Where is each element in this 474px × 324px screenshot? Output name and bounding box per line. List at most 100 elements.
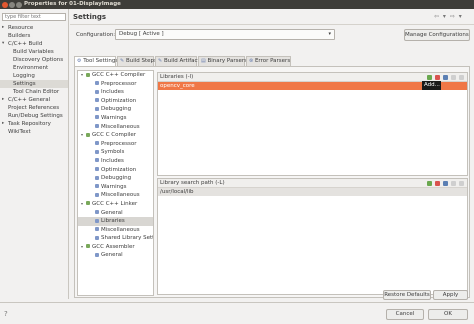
tree-item[interactable]: General	[78, 209, 153, 218]
delete-icon[interactable]	[435, 75, 440, 80]
nav-item[interactable]: Logging	[0, 72, 68, 80]
nav-item[interactable]: WikiText	[0, 128, 68, 136]
tab-build-artifact[interactable]: ✎ Build Artifact	[155, 56, 200, 66]
tree-item-label: Libraries	[101, 218, 125, 225]
move-down-icon[interactable]	[459, 181, 464, 186]
libraries-title: Libraries (-l)	[160, 74, 194, 80]
settings-page-icon	[95, 98, 99, 103]
tree-item[interactable]: Shared Library Settings	[78, 234, 153, 243]
window-maximize-icon[interactable]	[16, 1, 22, 8]
sash-divider[interactable]	[68, 9, 69, 299]
tree-item-content: Optimization	[78, 167, 136, 173]
settings-tabs: ⚙ Tool Settings ✎ Build Steps ✎ Build Ar…	[74, 56, 470, 67]
tree-item[interactable]: Debugging	[78, 174, 153, 183]
chevron-right-icon[interactable]: ▸	[2, 24, 4, 32]
tree-item[interactable]: Includes	[78, 88, 153, 97]
tree-item-label: GCC C++ Compiler	[92, 72, 146, 78]
binary-parser-icon: ▤	[201, 58, 206, 64]
chevron-right-icon[interactable]: ▸	[2, 96, 4, 104]
ok-button[interactable]: OK	[428, 309, 468, 320]
nav-item-label: WikiText	[8, 129, 31, 135]
tree-item[interactable]: Miscellaneous	[78, 226, 153, 235]
tree-item[interactable]: Miscellaneous	[78, 191, 153, 200]
tree-item-label: Miscellaneous	[101, 123, 140, 130]
tree-item[interactable]: Warnings	[78, 114, 153, 123]
tree-item[interactable]: Optimization	[78, 97, 153, 106]
tree-item[interactable]: Debugging	[78, 105, 153, 114]
cancel-button[interactable]: Cancel	[386, 309, 424, 320]
move-down-icon[interactable]	[459, 75, 464, 80]
settings-page-icon	[95, 184, 99, 189]
libraries-header: Libraries (-l)	[158, 73, 467, 82]
settings-page-icon	[95, 124, 99, 129]
tab-binary-parsers[interactable]: ▤ Binary Parsers	[198, 56, 247, 66]
tree-item-content: Miscellaneous	[78, 227, 140, 233]
tab-build-steps[interactable]: ✎ Build Steps	[117, 56, 157, 66]
error-parser-icon: ⊗	[249, 58, 254, 64]
help-icon[interactable]: ?	[4, 310, 8, 318]
add-icon[interactable]	[427, 181, 432, 186]
library-search-path-panel: Library search path (-L) /usr/local/lib	[157, 178, 468, 295]
tree-item[interactable]: General	[78, 251, 153, 260]
nav-item[interactable]: Environment	[0, 64, 68, 72]
chevron-right-icon[interactable]: ▸	[2, 120, 4, 128]
tree-item-content: Preprocessor	[78, 81, 137, 87]
settings-page-icon	[95, 192, 99, 197]
search-path-toolbar	[424, 180, 464, 187]
nav-item[interactable]: ▾ C/C++ Build	[0, 40, 68, 48]
tree-item[interactable]: Preprocessor	[78, 80, 153, 89]
nav-item[interactable]: Tool Chain Editor	[0, 88, 68, 96]
settings-page-icon	[95, 141, 99, 146]
tree-item[interactable]: Symbols	[78, 148, 153, 157]
tree-item-label: Miscellaneous	[101, 192, 140, 199]
delete-icon[interactable]	[435, 181, 440, 186]
chevron-down-icon[interactable]: ▾	[81, 243, 83, 252]
nav-item[interactable]: Project References	[0, 104, 68, 112]
tree-item[interactable]: ▾ GCC Assembler	[78, 243, 153, 252]
chevron-down-icon[interactable]: ▾	[2, 40, 4, 48]
tree-item[interactable]: ▾ GCC C Compiler	[78, 131, 153, 140]
settings-page-icon	[95, 235, 99, 240]
list-item[interactable]: opencv_core	[158, 82, 467, 90]
chevron-down-icon[interactable]: ▾	[81, 71, 83, 80]
tree-item[interactable]: Miscellaneous	[78, 123, 153, 132]
nav-item-label: Resource	[8, 25, 34, 31]
nav-item[interactable]: ▸ Task Repository	[0, 120, 68, 128]
tree-item[interactable]: Preprocessor	[78, 140, 153, 149]
nav-item[interactable]: Run/Debug Settings	[0, 112, 68, 120]
restore-defaults-button[interactable]: Restore Defaults	[383, 290, 431, 300]
tree-item[interactable]: Optimization	[78, 166, 153, 175]
add-icon[interactable]	[427, 75, 432, 80]
tool-icon	[86, 132, 90, 137]
window-minimize-icon[interactable]	[9, 1, 15, 8]
tab-error-parsers[interactable]: ⊗ Error Parsers	[246, 56, 291, 66]
edit-icon[interactable]	[443, 75, 448, 80]
settings-page-icon	[95, 89, 99, 94]
apply-button[interactable]: Apply	[433, 290, 468, 300]
nav-item[interactable]: Builders	[0, 32, 68, 40]
search-path-header: Library search path (-L)	[158, 179, 467, 188]
tree-item[interactable]: ▾ GCC C++ Compiler	[78, 71, 153, 80]
nav-item[interactable]: Discovery Options	[0, 56, 68, 64]
tree-item-content: Includes	[78, 158, 124, 164]
filter-input[interactable]	[2, 13, 66, 21]
nav-item[interactable]: Settings	[0, 80, 68, 88]
tree-item[interactable]: Warnings	[78, 183, 153, 192]
edit-icon[interactable]	[443, 181, 448, 186]
chevron-down-icon[interactable]: ▾	[81, 200, 83, 209]
list-item[interactable]: /usr/local/lib	[158, 188, 467, 196]
settings-page-icon	[95, 175, 99, 180]
history-arrows[interactable]: ⇦ ▾ ⇨ ▾	[434, 13, 463, 20]
nav-item[interactable]: ▸ Resource	[0, 24, 68, 32]
chevron-down-icon[interactable]: ▾	[81, 131, 83, 140]
manage-configurations-button[interactable]: Manage Configurations...	[404, 29, 470, 41]
nav-item[interactable]: ▸ C/C++ General	[0, 96, 68, 104]
tree-item[interactable]: Includes	[78, 157, 153, 166]
move-up-icon[interactable]	[451, 181, 456, 186]
nav-item[interactable]: Build Variables	[0, 48, 68, 56]
tree-item[interactable]: Libraries	[78, 217, 153, 226]
move-up-icon[interactable]	[451, 75, 456, 80]
configuration-select[interactable]: Debug [ Active ] ▾	[115, 29, 335, 40]
window-close-icon[interactable]	[2, 1, 8, 8]
tree-item[interactable]: ▾ GCC C++ Linker	[78, 200, 153, 209]
